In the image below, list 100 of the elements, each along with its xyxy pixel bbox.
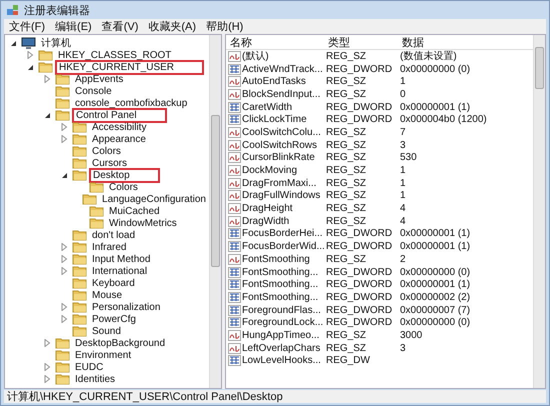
value-name[interactable]: FontSmoothing... — [242, 266, 318, 278]
tree-item[interactable]: console_combofixbackup — [72, 96, 190, 110]
value-name[interactable]: FontSmoothing — [242, 254, 310, 265]
tree-item[interactable]: Colors — [106, 180, 141, 194]
menu-item[interactable]: 收藏夹(A) — [143, 19, 202, 34]
string-value-icon — [228, 152, 241, 164]
tree-item[interactable]: HKEY_CURRENT_USER — [55, 60, 204, 74]
value-name[interactable]: DockMoving — [242, 165, 298, 176]
tree-item[interactable]: International — [89, 264, 150, 278]
value-name[interactable]: ActiveWndTrack... — [242, 64, 323, 75]
tree-item[interactable]: don't load — [89, 228, 138, 242]
tree-item[interactable]: Colors — [89, 144, 124, 158]
tree-item[interactable]: Console — [72, 84, 115, 98]
value-name[interactable]: CaretWidth — [242, 102, 292, 113]
table-cell: 3 — [400, 342, 406, 354]
tree-item[interactable]: Accessibility — [89, 120, 150, 134]
tree-item[interactable]: Cursors — [89, 156, 130, 170]
tree-item[interactable]: Environment — [72, 348, 134, 362]
value-name[interactable]: FontSmoothing... — [242, 279, 318, 290]
expanded-arrow-icon[interactable] — [61, 172, 68, 178]
folder-icon — [72, 169, 87, 181]
string-value-icon — [228, 178, 241, 189]
folder-icon — [55, 349, 70, 361]
value-name[interactable]: CoolSwitchColu... — [242, 126, 321, 138]
tree-item[interactable]: LanguageConfiguration — [99, 192, 209, 206]
value-name[interactable]: FontSmoothing... — [242, 292, 318, 303]
tree-item[interactable]: Control Panel — [72, 108, 167, 122]
value-name[interactable]: LowLevelHooks... — [242, 355, 321, 366]
expanded-arrow-icon[interactable] — [10, 40, 17, 46]
tree-item[interactable]: Mouse — [89, 288, 126, 302]
table-cell-text: REG_DW — [326, 355, 371, 366]
tree-item[interactable]: Personalization — [89, 300, 164, 314]
tree-item[interactable]: DesktopBackground — [72, 336, 168, 350]
menu-item[interactable]: 编辑(E) — [50, 19, 97, 34]
binary-value-icon — [228, 228, 241, 240]
column-header[interactable]: 类型 — [328, 35, 402, 50]
tree-item[interactable]: Input Method — [89, 252, 154, 266]
table-cell: 1 — [400, 178, 406, 189]
table-cell-text: REG_DWORD — [326, 241, 394, 252]
tree-item[interactable]: Identities — [72, 372, 118, 386]
tree-item[interactable]: EUDC — [72, 360, 106, 374]
tree-item[interactable]: HKEY_CLASSES_ROOT — [55, 48, 174, 62]
value-name[interactable]: FocusBorderHei... — [242, 228, 323, 240]
value-name[interactable]: ForegroundLock... — [242, 317, 324, 328]
column-header[interactable]: 名称 — [226, 35, 328, 50]
tree-item[interactable]: Desktop — [89, 168, 160, 182]
value-name[interactable]: FocusBorderWid... — [242, 241, 325, 252]
value-name[interactable]: HungAppTimeo... — [242, 330, 320, 341]
collapsed-arrow-icon[interactable] — [44, 375, 51, 383]
collapsed-arrow-icon[interactable] — [61, 267, 68, 275]
value-name[interactable]: AutoEndTasks — [242, 76, 306, 88]
value-name[interactable]: DragFullWindows — [242, 190, 320, 202]
value-name[interactable]: (默认) — [242, 49, 269, 64]
collapsed-arrow-icon[interactable] — [61, 315, 68, 323]
tree-item[interactable]: MuiCached — [106, 204, 163, 218]
tree-item[interactable]: Appearance — [89, 132, 149, 146]
string-value-icon — [228, 330, 241, 341]
column-header[interactable]: 数据 — [402, 35, 424, 50]
value-name[interactable]: DragWidth — [242, 216, 290, 227]
value-name[interactable]: CoolSwitchRows — [242, 140, 318, 151]
expanded-arrow-icon[interactable] — [44, 112, 51, 118]
value-name[interactable]: DragFromMaxi... — [242, 178, 316, 189]
table-cell: 530 — [400, 152, 417, 164]
collapsed-arrow-icon[interactable] — [61, 303, 68, 311]
tree-item[interactable]: Keyboard — [89, 276, 138, 290]
collapsed-arrow-icon[interactable] — [44, 339, 51, 347]
tree-item[interactable]: PowerCfg — [89, 312, 139, 326]
collapsed-arrow-icon[interactable] — [27, 51, 34, 59]
computer-icon — [21, 36, 36, 50]
value-name[interactable]: BlockSendInput... — [242, 88, 320, 100]
value-name[interactable]: DragHeight — [242, 203, 293, 214]
collapsed-arrow-icon[interactable] — [61, 135, 68, 143]
tree-item[interactable]: AppEvents — [72, 72, 126, 86]
menu-item[interactable]: 文件(F) — [4, 19, 50, 34]
table-cell-text: REG_SZ — [326, 330, 368, 341]
scrollbar[interactable] — [533, 35, 545, 388]
value-name[interactable]: CursorBlinkRate — [242, 152, 315, 164]
folder-icon — [55, 373, 70, 385]
collapsed-arrow-icon[interactable] — [61, 243, 68, 251]
value-name[interactable]: LeftOverlapChars — [242, 342, 320, 354]
tree-item[interactable]: 计算机 — [38, 36, 74, 50]
menu-item[interactable]: 帮助(H) — [201, 19, 248, 34]
string-value-icon — [228, 50, 241, 62]
expanded-arrow-icon[interactable] — [27, 64, 34, 70]
value-name[interactable]: ClickLockTime — [242, 114, 307, 126]
scrollbar[interactable] — [209, 35, 221, 388]
collapsed-arrow-icon[interactable] — [44, 363, 51, 371]
folder-icon — [55, 337, 70, 349]
tree-item[interactable]: WindowMetrics — [106, 216, 180, 230]
table-cell-text: REG_DWORD — [326, 279, 394, 290]
value-name[interactable]: ForegroundFlas... — [242, 304, 321, 316]
table-cell: 0x000004b0 (1200) — [400, 114, 487, 126]
collapsed-arrow-icon[interactable] — [44, 75, 51, 83]
folder-icon — [72, 325, 87, 337]
collapsed-arrow-icon[interactable] — [61, 123, 68, 131]
string-value-icon — [228, 254, 241, 265]
tree-item[interactable]: Sound — [89, 324, 124, 338]
collapsed-arrow-icon[interactable] — [61, 255, 68, 263]
tree-item[interactable]: Infrared — [89, 240, 130, 254]
menu-item[interactable]: 查看(V) — [96, 19, 144, 34]
